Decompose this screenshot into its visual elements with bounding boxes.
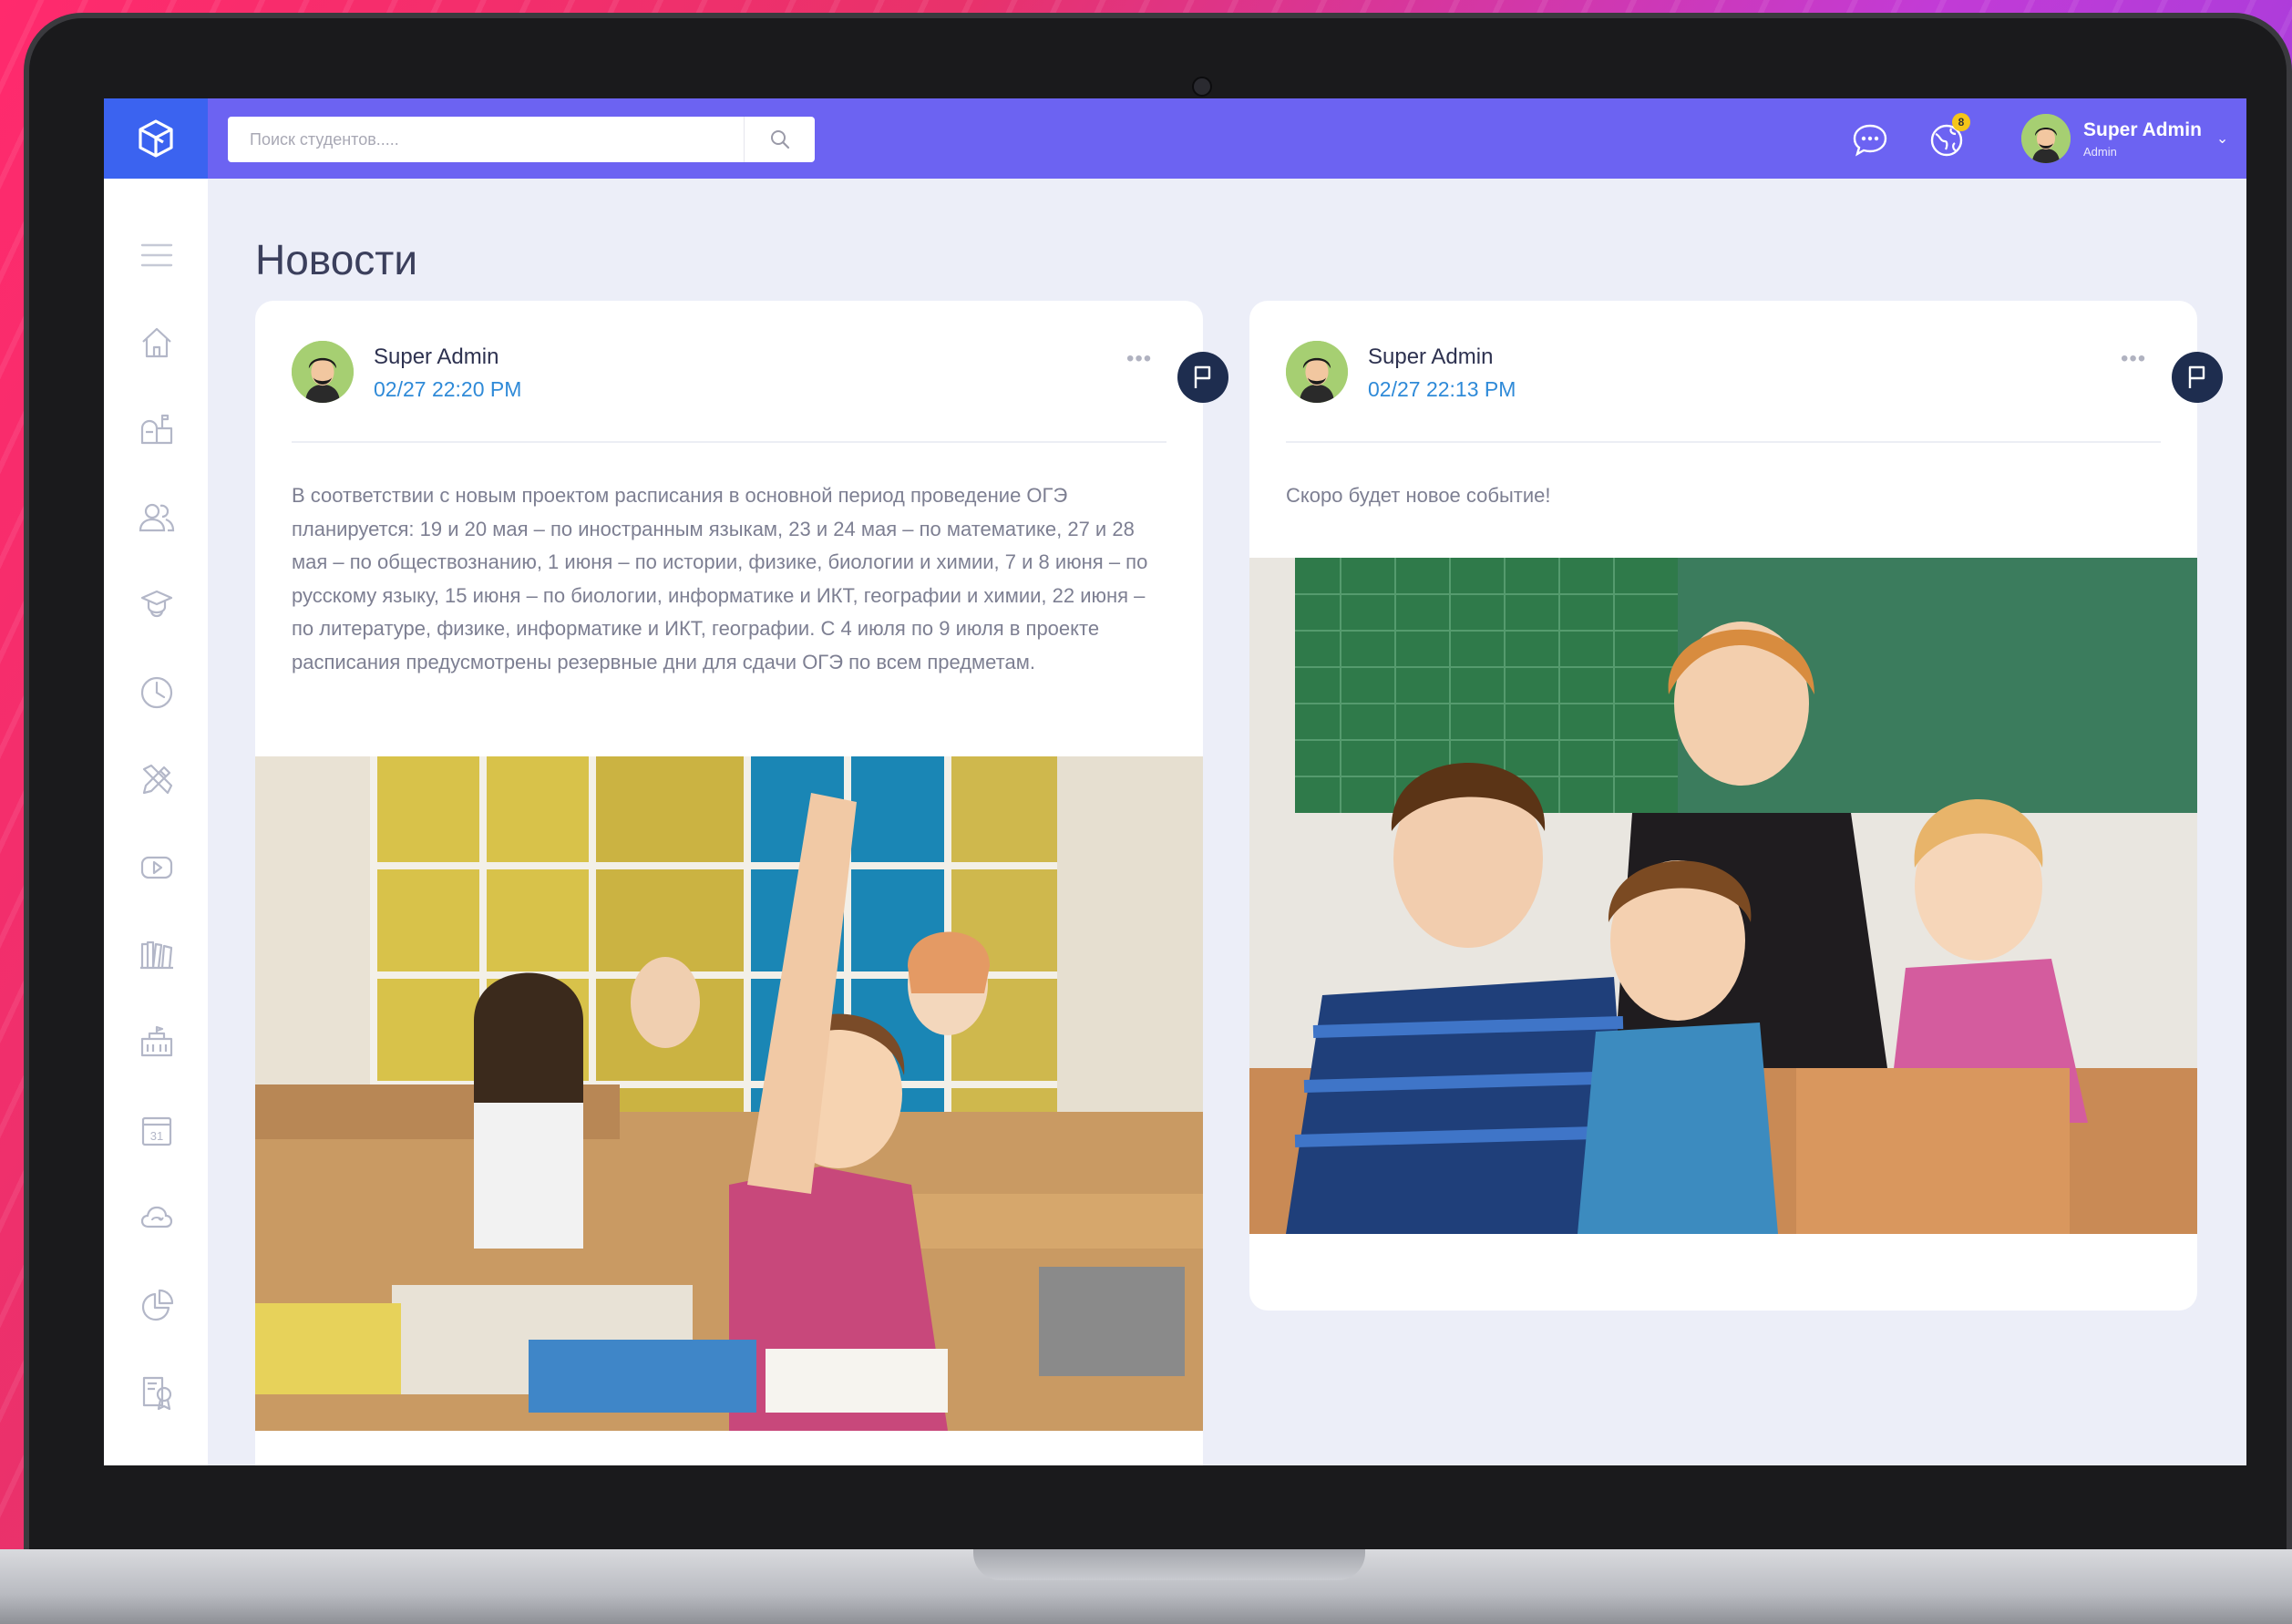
search-input[interactable] <box>228 117 744 162</box>
home-icon <box>142 327 171 358</box>
post-options-button[interactable]: ••• <box>2121 346 2146 372</box>
user-info: Super Admin Admin <box>2083 119 2202 159</box>
sidebar-item-mailbox[interactable] <box>137 410 177 450</box>
calendar-icon: 31 <box>141 1116 172 1146</box>
user-avatar-icon <box>2021 114 2071 163</box>
post-timestamp[interactable]: 02/27 22:20 PM <box>374 377 521 402</box>
author-avatar-icon <box>1286 341 1348 403</box>
post-image-classroom <box>255 756 1203 1431</box>
flag-icon <box>1194 365 1211 388</box>
notification-badge: 8 <box>1952 113 1970 131</box>
post-body: Скоро будет новое событие! <box>1286 484 1551 507</box>
sidebar-item-schedule[interactable] <box>137 673 177 713</box>
students-photo <box>1249 558 2197 1234</box>
post-header: Super Admin 02/27 22:20 PM ••• <box>292 341 1167 406</box>
page-title: Новости <box>255 236 418 283</box>
post-options-button[interactable]: ••• <box>1126 346 1152 372</box>
post-body: В соответствии с новым проектом расписан… <box>292 484 1148 673</box>
sidebar-item-home[interactable] <box>137 323 177 363</box>
chart-icon <box>141 1289 174 1321</box>
calendar-day: 31 <box>150 1129 163 1143</box>
post-image-students <box>1249 558 2197 1234</box>
post-divider <box>292 441 1167 443</box>
library-icon <box>140 940 173 970</box>
sidebar-item-library[interactable] <box>137 935 177 975</box>
search-button[interactable] <box>744 117 815 162</box>
post-author: Super Admin <box>1368 344 1494 369</box>
flag-icon <box>2188 365 2205 388</box>
users-icon <box>139 503 175 532</box>
sidebar-item-tools[interactable] <box>137 760 177 800</box>
post-divider <box>1286 441 2161 443</box>
logo-cube-icon <box>139 119 173 158</box>
user-role: Admin <box>2083 144 2117 159</box>
student-search <box>228 117 815 162</box>
avatar <box>1286 341 1348 403</box>
laptop-camera <box>1192 77 1212 97</box>
clock-icon <box>140 676 173 709</box>
sidebar-item-cloud[interactable] <box>137 1197 177 1238</box>
report-post-button[interactable] <box>1177 352 1228 403</box>
sidebar-item-menu[interactable] <box>137 235 177 275</box>
sidebar-item-students[interactable] <box>137 585 177 625</box>
user-menu[interactable]: Super Admin Admin ⌄ <box>2021 111 2240 166</box>
sidebar-item-users[interactable] <box>137 498 177 538</box>
author-avatar-icon <box>292 341 354 403</box>
post-header: Super Admin 02/27 22:13 PM ••• <box>1286 341 2161 406</box>
chevron-down-icon: ⌄ <box>2215 131 2229 147</box>
report-post-button[interactable] <box>2172 352 2223 403</box>
post-timestamp[interactable]: 02/27 22:13 PM <box>1368 377 1516 402</box>
tools-icon <box>142 764 173 795</box>
video-icon <box>140 856 173 879</box>
certificate-icon <box>142 1376 172 1411</box>
laptop-notch <box>973 1549 1365 1580</box>
school-icon <box>140 1025 173 1057</box>
messages-button[interactable] <box>1848 118 1892 162</box>
chat-bubble-icon <box>1853 124 1887 157</box>
classroom-photo <box>255 756 1203 1431</box>
notifications-button[interactable]: 8 <box>1925 113 1970 162</box>
search-icon <box>770 130 789 149</box>
news-post: Super Admin 02/27 22:13 PM ••• Скоро буд… <box>1249 301 2223 1311</box>
post-author: Super Admin <box>374 344 499 369</box>
sidebar-item-reports[interactable] <box>137 1285 177 1325</box>
app-logo[interactable] <box>104 98 208 179</box>
menu-icon <box>140 243 173 267</box>
avatar <box>292 341 354 403</box>
sidebar-item-video[interactable] <box>137 848 177 888</box>
sidebar-item-school[interactable] <box>137 1023 177 1063</box>
user-name: Super Admin <box>2083 118 2202 140</box>
mailbox-icon <box>140 414 173 445</box>
graduate-icon <box>140 590 173 618</box>
app-screen: 8 Super Admin Admin ⌄ <box>104 98 2246 1465</box>
news-post: Super Admin 02/27 22:20 PM ••• В соответ… <box>255 301 1228 1465</box>
sidebar: 31 <box>104 179 208 1465</box>
cloud-icon <box>140 1206 173 1228</box>
sidebar-item-calendar[interactable]: 31 <box>137 1110 177 1150</box>
sidebar-item-certificates[interactable] <box>137 1372 177 1413</box>
avatar <box>2021 114 2071 163</box>
top-bar: 8 Super Admin Admin ⌄ <box>104 98 2246 179</box>
